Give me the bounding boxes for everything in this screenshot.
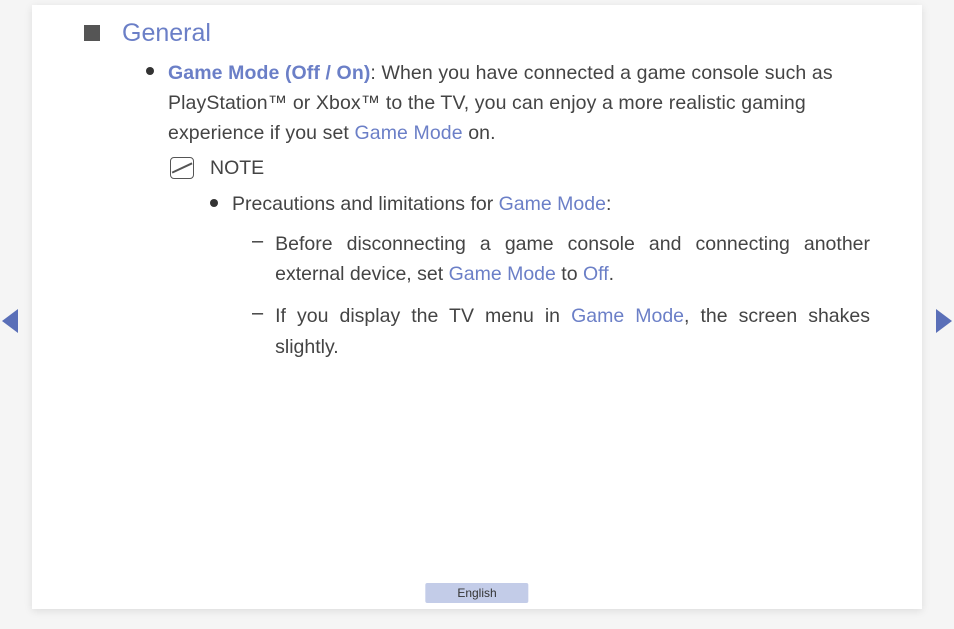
precaution-row: Precautions and limitations for Game Mod… bbox=[210, 190, 870, 219]
section-header: General bbox=[84, 19, 870, 48]
dash-row-1: – Before disconnecting a game console an… bbox=[252, 229, 870, 289]
precaution-part2: : bbox=[606, 193, 611, 215]
item-row: Game Mode (Off / On): When you have conn… bbox=[146, 58, 870, 149]
item-desc-highlight: Game Mode bbox=[354, 122, 462, 144]
precaution-highlight: Game Mode bbox=[499, 193, 606, 215]
precaution-text: Precautions and limitations for Game Mod… bbox=[232, 190, 611, 219]
note-icon bbox=[170, 157, 194, 179]
dash2-hl1: Game Mode bbox=[571, 305, 684, 327]
square-bullet-icon bbox=[84, 25, 100, 41]
precaution-part1: Precautions and limitations for bbox=[232, 193, 499, 215]
dash-text-1: Before disconnecting a game console and … bbox=[275, 229, 870, 289]
item-text: Game Mode (Off / On): When you have conn… bbox=[168, 58, 870, 149]
nav-next-arrow[interactable] bbox=[936, 309, 952, 333]
dash-icon: – bbox=[252, 302, 263, 325]
note-label: NOTE bbox=[210, 157, 264, 180]
dash1-hl2: Off bbox=[583, 263, 609, 285]
round-bullet-icon bbox=[146, 67, 154, 75]
dash2-part1: If you display the TV menu in bbox=[275, 305, 571, 327]
dash-row-2: – If you display the TV menu in Game Mod… bbox=[252, 301, 870, 361]
item-label: Game Mode (Off / On) bbox=[168, 62, 370, 84]
item-desc-part2: on. bbox=[463, 122, 496, 144]
dash-text-2: If you display the TV menu in Game Mode,… bbox=[275, 301, 870, 361]
content-area: General Game Mode (Off / On): When you h… bbox=[32, 5, 922, 362]
note-row: NOTE bbox=[170, 157, 870, 180]
dash-icon: – bbox=[252, 230, 263, 253]
document-page: General Game Mode (Off / On): When you h… bbox=[32, 5, 922, 609]
section-title: General bbox=[122, 19, 211, 48]
dash1-part2: to bbox=[556, 263, 583, 285]
dash1-part3: . bbox=[609, 263, 614, 285]
nav-prev-arrow[interactable] bbox=[2, 309, 18, 333]
dash1-hl1: Game Mode bbox=[449, 263, 556, 285]
round-bullet-icon bbox=[210, 199, 218, 207]
language-badge: English bbox=[425, 583, 528, 603]
